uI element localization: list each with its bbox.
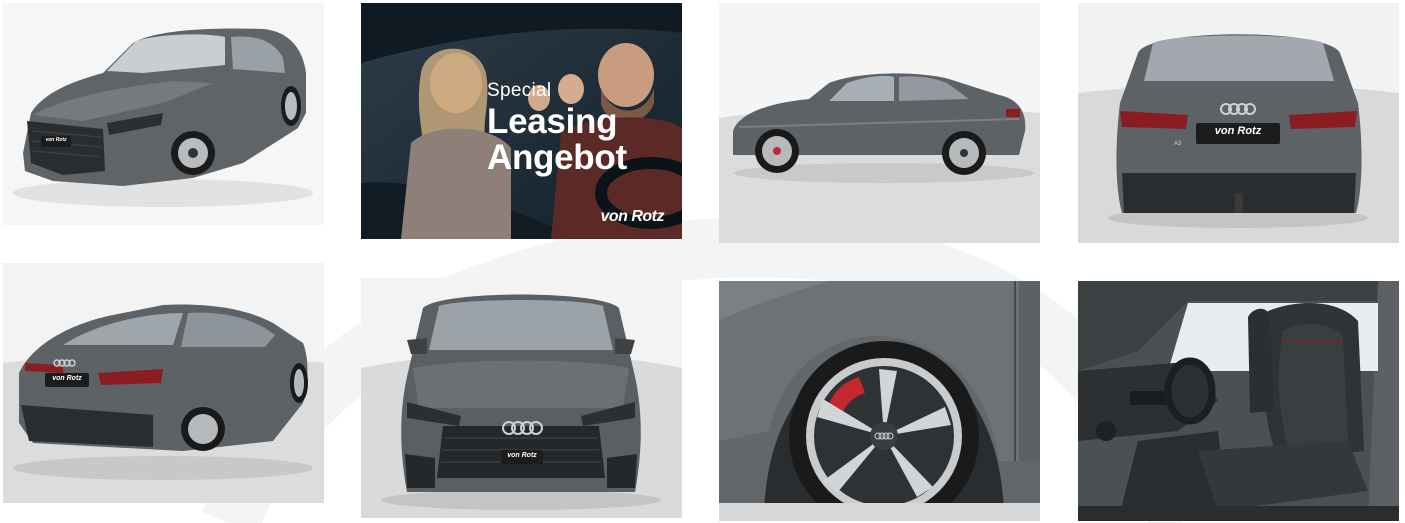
- promo-line-special: Special: [487, 80, 552, 101]
- license-plate-front: von Rotz: [41, 136, 71, 147]
- brand-logo-von-rotz: von Rotz: [600, 208, 664, 225]
- model-badge: A3: [1174, 141, 1182, 147]
- promo-headline: Special Leasing Angebot: [487, 81, 627, 176]
- license-plate-rear: von Rotz: [1196, 123, 1280, 144]
- gallery-thumbnail-leasing-offer[interactable]: Special Leasing Angebot von Rotz: [361, 3, 682, 239]
- gallery-thumbnail-wheel-detail[interactable]: [719, 281, 1040, 521]
- gallery-thumbnail-rear-three-quarter[interactable]: von Rotz: [3, 263, 324, 503]
- gallery-thumbnail-front-view[interactable]: von Rotz: [361, 278, 682, 518]
- license-plate-rear-three-quarter: von Rotz: [45, 373, 89, 387]
- car-front-three-quarter-image: [3, 3, 324, 225]
- gallery-thumbnail-side-profile[interactable]: [719, 3, 1040, 243]
- promo-line-angebot: Angebot: [487, 138, 627, 177]
- interior-seats-image: [1078, 281, 1399, 521]
- license-plate-front-view: von Rotz: [501, 450, 543, 464]
- gallery-thumbnail-rear-view[interactable]: von Rotz A3: [1078, 3, 1399, 243]
- promo-line-leasing: Leasing: [487, 102, 618, 141]
- car-side-profile-image: [719, 3, 1040, 243]
- gallery-thumbnail-front-three-quarter[interactable]: von Rotz: [3, 3, 324, 225]
- gallery-thumbnail-interior[interactable]: [1078, 281, 1399, 521]
- car-front-view-image: [361, 278, 682, 518]
- vehicle-image-gallery: von Rotz Special Leasing Angebot von Rot…: [0, 0, 1405, 523]
- wheel-detail-image: [719, 281, 1040, 521]
